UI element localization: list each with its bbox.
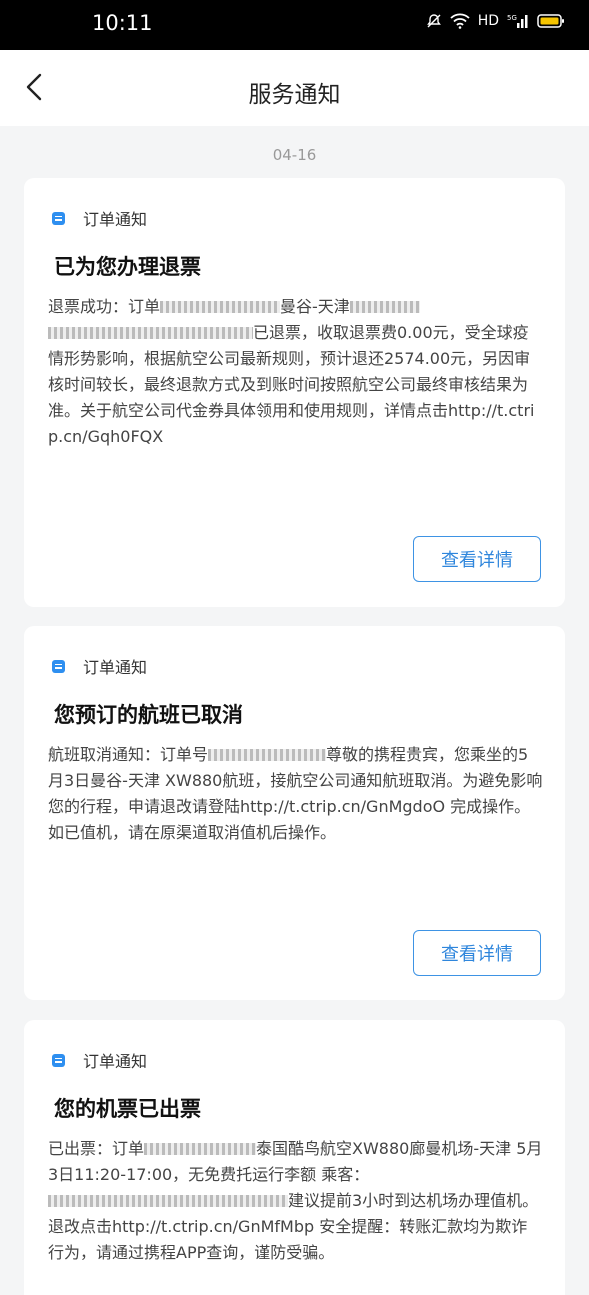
view-details-button[interactable]: 查看详情 bbox=[413, 536, 541, 582]
card-header: 订单通知 bbox=[52, 1048, 147, 1072]
document-icon bbox=[52, 211, 65, 225]
notification-card: 订单通知 已为您办理退票 退票成功：订单 曼谷-天津已退票，收取退票费0.00元，… bbox=[24, 178, 565, 607]
card-title: 您的机票已出票 bbox=[54, 1097, 201, 1121]
page-title: 服务通知 bbox=[248, 82, 341, 108]
card-body: 已出票：订单 泰国酷鸟航空XW880廊曼机场-天津 5月3日11:20-17:00… bbox=[48, 1136, 543, 1266]
status-icons: HD 5G bbox=[426, 13, 565, 29]
status-bar: 10:11 HD 5G bbox=[0, 0, 589, 50]
card-body: 航班取消通知：订单号 尊敬的携程贵宾，您乘坐的5月3日曼谷-天津 XW880航班，… bbox=[48, 742, 543, 846]
notification-card: 订单通知 您的机票已出票 已出票：订单 泰国酷鸟航空XW880廊曼机场-天津 5月… bbox=[24, 1020, 565, 1295]
network-label: HD bbox=[477, 13, 499, 29]
body-text: 曼谷-天津 bbox=[280, 297, 350, 316]
redacted-order-number bbox=[144, 1143, 257, 1155]
card-type: 订单通知 bbox=[83, 210, 148, 229]
card-type: 订单通知 bbox=[83, 1052, 148, 1071]
battery-icon bbox=[537, 14, 564, 28]
card-type: 订单通知 bbox=[83, 658, 148, 677]
view-details-button[interactable]: 查看详情 bbox=[413, 930, 541, 976]
wifi-icon bbox=[450, 13, 470, 29]
body-text: 航班取消通知：订单号 bbox=[48, 745, 209, 764]
svg-text:5G: 5G bbox=[507, 14, 517, 22]
redacted-text bbox=[48, 327, 253, 339]
redacted-passenger-name bbox=[48, 1195, 288, 1207]
document-icon bbox=[52, 659, 65, 673]
date-label: 04-16 bbox=[272, 146, 317, 164]
body-text: 已退票，收取退票费0.00元，受全球疫情形势影响，根据航空公司最新规则，预计退还… bbox=[48, 323, 535, 446]
notification-card: 订单通知 您预订的航班已取消 航班取消通知：订单号 尊敬的携程贵宾，您乘坐的5月3… bbox=[24, 626, 565, 1000]
body-text: 退票成功：订单 bbox=[48, 297, 161, 316]
redacted-order-number bbox=[160, 301, 281, 313]
redacted-order-number bbox=[208, 749, 327, 761]
mute-icon bbox=[426, 14, 441, 28]
card-title: 已为您办理退票 bbox=[54, 255, 201, 279]
card-title: 您预订的航班已取消 bbox=[54, 703, 243, 727]
signal-icon: 5G bbox=[507, 14, 528, 28]
status-time: 10:11 bbox=[92, 11, 153, 35]
body-text: 已出票：订单 bbox=[48, 1139, 145, 1158]
redacted-text bbox=[349, 301, 420, 313]
document-icon bbox=[52, 1053, 65, 1067]
card-header: 订单通知 bbox=[52, 654, 147, 678]
card-body: 退票成功：订单 曼谷-天津已退票，收取退票费0.00元，受全球疫情形势影响，根据航… bbox=[48, 294, 543, 450]
card-header: 订单通知 bbox=[52, 206, 147, 230]
nav-bar: 服务通知 bbox=[0, 50, 589, 126]
